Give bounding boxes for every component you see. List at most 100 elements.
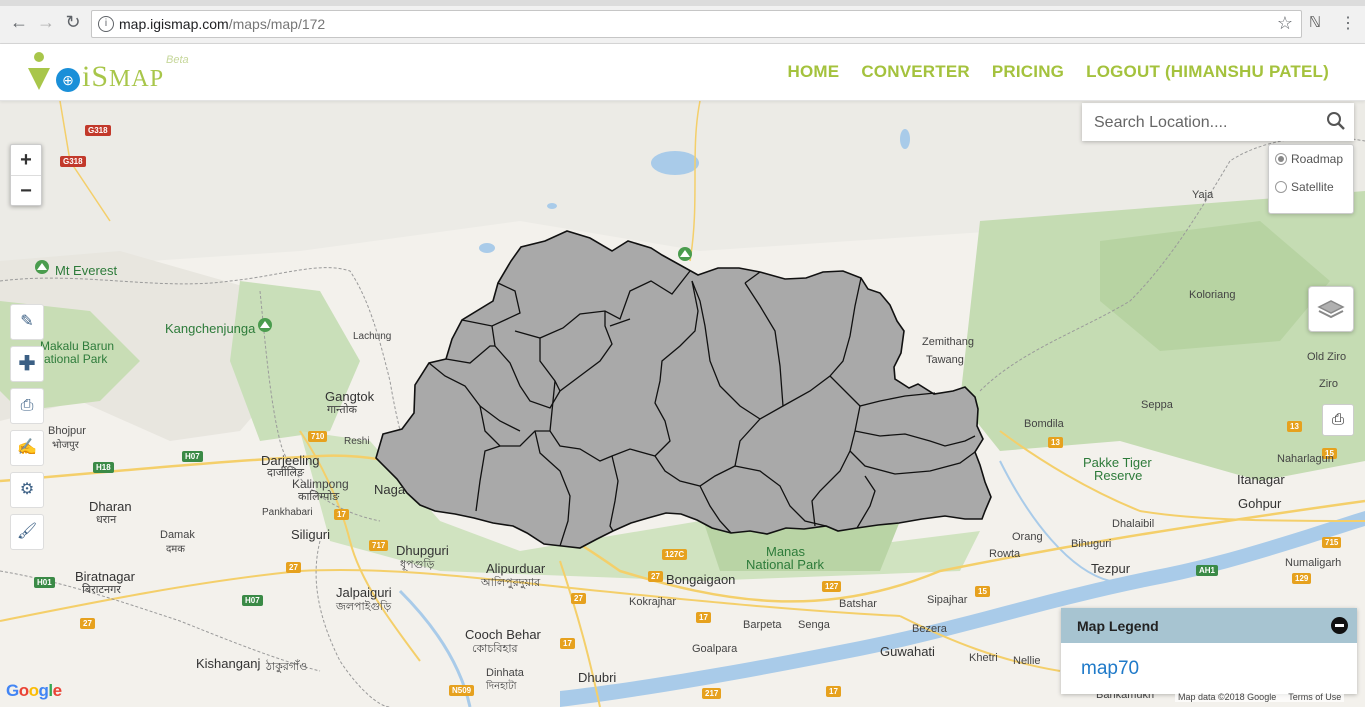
route-shield: G318 — [60, 156, 86, 167]
route-shield: H07 — [242, 595, 263, 606]
label-pakke-reserve: Reserve — [1094, 468, 1143, 483]
bookmark-star-icon[interactable]: ☆ — [1277, 13, 1293, 34]
label-zemithang: Zemithang — [922, 336, 974, 348]
map-type-satellite[interactable]: Satellite — [1269, 173, 1353, 201]
label-guwahati: Guwahati — [880, 644, 935, 659]
route-shield: 17 — [696, 612, 711, 623]
site-header: ⊕ iSMAP Beta HOME CONVERTER PRICING LOGO… — [0, 44, 1365, 101]
legend-item[interactable]: map70 — [1081, 658, 1139, 680]
layers-button[interactable] — [1308, 286, 1354, 332]
label-reshi: Reshi — [344, 436, 370, 447]
label-tawang: Tawang — [926, 354, 964, 366]
add-plus-icon[interactable]: ✚ — [10, 346, 44, 382]
label-makalu: Makalu Barun — [40, 339, 115, 353]
label-koloriang: Koloriang — [1189, 289, 1236, 301]
label-naharlagun: Naharlagun — [1277, 453, 1334, 465]
label-old-ziro: Old Ziro — [1307, 351, 1347, 363]
address-bar[interactable]: i map.igismap.com/maps/map/172 ☆ — [91, 10, 1302, 38]
route-shield: 17 — [560, 638, 575, 649]
map-pin-icon — [28, 52, 50, 90]
map-canvas[interactable]: G318 G318 H18 H07 H01 H07 710 17 717 27 … — [0, 101, 1365, 707]
main-nav: HOME CONVERTER PRICING LOGOUT (HIMANSHU … — [788, 62, 1330, 82]
label-dhalaibil: Dhalaibil — [1112, 518, 1155, 530]
label-bomdila: Bomdila — [1024, 418, 1064, 430]
route-shield: 13 — [1287, 421, 1302, 432]
label-kishanganj-local: ঠাকুরগাঁও — [266, 661, 308, 673]
layers-icon — [1317, 300, 1345, 319]
label-numaligarh: Numaligarh — [1285, 557, 1342, 569]
nav-logout[interactable]: LOGOUT (HIMANSHU PATEL) — [1086, 62, 1329, 82]
map-type-roadmap[interactable]: Roadmap — [1269, 145, 1353, 173]
settings-cogs-icon[interactable]: ⚙ — [10, 472, 44, 508]
label-manas-park: National Park — [746, 557, 825, 572]
peak-marker-icon[interactable] — [257, 317, 273, 333]
nav-converter[interactable]: CONVERTER — [861, 62, 970, 82]
igismap-logo[interactable]: ⊕ iSMAP Beta — [26, 46, 216, 98]
park-marker-icon[interactable] — [677, 246, 693, 262]
nav-home[interactable]: HOME — [788, 62, 840, 82]
location-search — [1082, 103, 1354, 141]
label-kangchenjunga: Kangchenjunga — [165, 321, 256, 336]
route-shield: 717 — [369, 540, 389, 551]
route-shield: 17 — [826, 686, 841, 697]
radio-icon[interactable] — [1275, 180, 1287, 193]
legend-title: Map Legend — [1077, 618, 1159, 634]
back-icon[interactable]: ← — [10, 13, 28, 31]
draw-pencil-icon[interactable]: ✎ — [10, 304, 44, 340]
route-shield: 127C — [662, 549, 688, 560]
route-shield: 15 — [975, 586, 990, 597]
label-seppa: Seppa — [1141, 399, 1173, 411]
peak-marker-icon[interactable] — [34, 259, 50, 275]
route-shield: 710 — [308, 431, 328, 442]
reload-icon[interactable]: ↻ — [64, 13, 82, 31]
label-damak-local: दमक — [166, 544, 185, 555]
route-shield: 715 — [1322, 537, 1342, 548]
label-kalimpong-local: कालिम्पोङ — [298, 491, 340, 503]
route-shield: 217 — [702, 688, 722, 699]
label-senga: Senga — [798, 619, 830, 631]
print-map-icon[interactable]: ⎙ — [1322, 404, 1354, 436]
edit-icon[interactable]: ✍ — [10, 430, 44, 466]
nav-pricing[interactable]: PRICING — [992, 62, 1064, 82]
label-goalpara: Goalpara — [692, 643, 738, 655]
label-tezpur: Tezpur — [1091, 561, 1131, 576]
map-type-selector: Roadmap Satellite — [1268, 144, 1354, 214]
label-damak: Damak — [160, 529, 195, 541]
search-input[interactable] — [1092, 109, 1316, 137]
label-dinhata: Dinhata — [486, 667, 524, 679]
search-icon[interactable] — [1326, 111, 1346, 131]
label-dinhata-local: দিনহাটা — [486, 681, 517, 692]
label-yaja: Yaja — [1192, 189, 1214, 201]
label-gohpur: Gohpur — [1238, 496, 1282, 511]
collapse-icon[interactable] — [1331, 617, 1348, 634]
map-tools: ✎ ✚ ⎙ ✍ ⚙ 🖌 — [10, 304, 44, 556]
label-orang: Orang — [1012, 531, 1043, 543]
google-logo[interactable]: Google — [6, 681, 62, 701]
browser-menu-icon[interactable]: ⋮ — [1340, 13, 1356, 33]
forward-icon[interactable]: → — [37, 13, 55, 31]
radio-selected-icon[interactable] — [1275, 152, 1287, 165]
style-brush-icon[interactable]: 🖌 — [10, 514, 44, 550]
label-bihuguri: Bihuguri — [1071, 538, 1112, 550]
extension-icon[interactable]: ℕ — [1309, 13, 1327, 31]
route-shield: 127 — [822, 581, 842, 592]
info-icon[interactable]: i — [98, 16, 114, 32]
zoom-in-button[interactable]: + — [11, 145, 41, 175]
terms-link[interactable]: Terms of Use — [1288, 692, 1341, 702]
label-barpeta: Barpeta — [743, 619, 782, 631]
browser-toolbar: ← → ↻ i map.igismap.com/maps/map/172 ☆ ℕ… — [0, 0, 1365, 44]
label-jalpaiguri-local: জলপাইগুড়ি — [336, 601, 392, 613]
route-shield: 129 — [1292, 573, 1312, 584]
zoom-out-button[interactable]: − — [11, 175, 41, 206]
label-mt-everest: Mt Everest — [55, 263, 118, 278]
label-batshar: Batshar — [839, 598, 877, 610]
print-icon[interactable]: ⎙ — [10, 388, 44, 424]
route-shield: H07 — [182, 451, 203, 462]
map-attribution: Map data ©2018 Google Terms of Use — [1175, 692, 1345, 702]
label-sipajhar: Sipajhar — [927, 594, 968, 606]
attribution-data: Map data ©2018 Google — [1178, 692, 1277, 702]
route-shield: 27 — [80, 618, 95, 629]
route-shield: 27 — [648, 571, 663, 582]
route-shield: 27 — [571, 593, 586, 604]
map-legend: Map Legend map70 — [1061, 608, 1357, 694]
